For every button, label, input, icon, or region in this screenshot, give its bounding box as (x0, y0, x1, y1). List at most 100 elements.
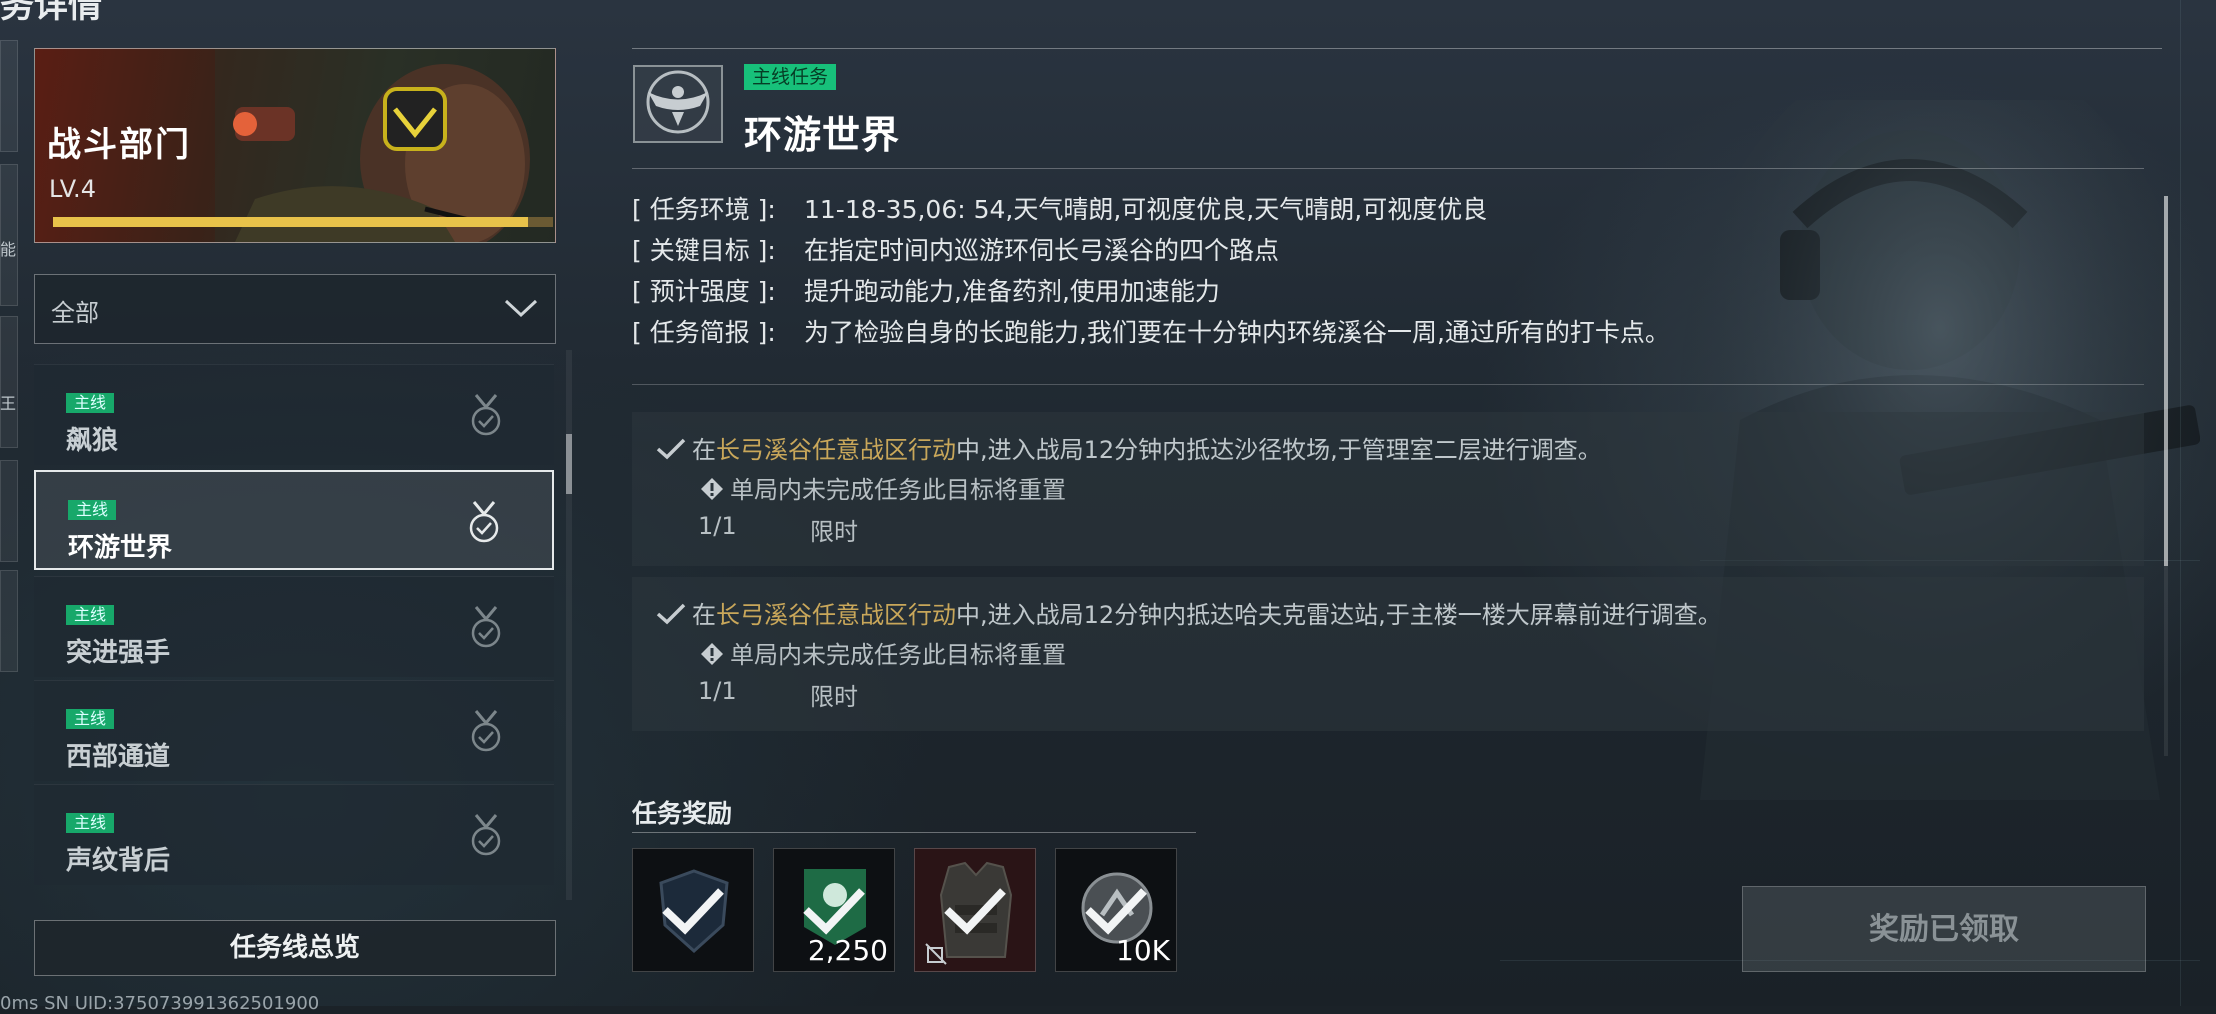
objective-text: 在长弓溪谷任意战区行动中,进入战局12分钟内抵达哈夫克雷达站,于主楼一楼大屏幕前… (656, 595, 1722, 630)
objective-suffix: 中,进入战局12分钟内抵达哈夫克雷达站,于主楼一楼大屏幕前进行调查。 (956, 601, 1722, 629)
quest-item[interactable]: 主线 突进强手 (34, 576, 554, 677)
rewards-title: 任务奖励 (632, 799, 733, 828)
department-level: LV.4 (49, 175, 96, 203)
quest-overview-button[interactable]: 任务线总览 (34, 920, 556, 976)
rail-tab[interactable] (0, 460, 18, 562)
rail-tab[interactable] (0, 570, 18, 672)
mission-title: 环游世界 (744, 113, 901, 157)
left-rail: 能 王 (0, 40, 18, 672)
department-name: 战斗部门 (47, 125, 191, 165)
rail-label: 王 (0, 394, 17, 413)
rail-tab[interactable] (0, 40, 18, 152)
quest-name: 突进强手 (66, 638, 171, 668)
quest-tag: 主线 (66, 813, 115, 833)
quest-item[interactable]: 主线 西部通道 (34, 680, 554, 781)
reward-quantity: 2,250 (807, 934, 888, 967)
medal-check-icon (469, 501, 499, 543)
warning-icon (701, 643, 723, 665)
info-value: 提升跑动能力,准备药剂,使用加速能力 (804, 277, 1220, 306)
info-key: [ 任务环境 ]: (632, 195, 776, 224)
medal-check-icon (471, 606, 501, 648)
info-row: [ 关键目标 ]: 在指定时间内巡游环伺长弓溪谷的四个路点 (632, 231, 1832, 267)
info-value: 为了检验自身的长跑能力,我们要在十分钟内环绕溪谷一周,通过所有的打卡点。 (804, 318, 1670, 347)
objective-limit: 限时 (810, 683, 858, 711)
reward-item[interactable] (632, 848, 754, 972)
category-dropdown[interactable]: 全部 (34, 274, 556, 344)
chevron-down-icon (504, 299, 538, 318)
quest-list[interactable]: 主线 飙狼 主线 环游世界 主线 突进强手 主线 西部通道 主线 声纹背后 (34, 364, 554, 900)
quest-tag: 主线 (66, 393, 115, 413)
warning-text: 单局内未完成任务此目标将重置 (730, 476, 1066, 504)
level-progress-fill (53, 217, 528, 227)
objective-location: 长弓溪谷任意战区行动 (716, 436, 956, 464)
detail-scrollbar[interactable] (2164, 196, 2168, 756)
objective-warning: 单局内未完成任务此目标将重置 (700, 635, 1066, 670)
objective-limit: 限时 (810, 518, 858, 546)
check-icon (1085, 888, 1147, 935)
medal-check-icon (471, 814, 501, 856)
medal-check-icon (471, 710, 501, 752)
divider (632, 384, 2144, 385)
warning-icon (701, 478, 723, 500)
info-row: [ 预计强度 ]: 提升跑动能力,准备药剂,使用加速能力 (632, 272, 1832, 308)
eagle-emblem-icon (633, 65, 723, 143)
objective-location: 长弓溪谷任意战区行动 (716, 601, 956, 629)
info-value: 11-18-35,06: 54,天气晴朗,可视度优良,天气晴朗,可视度优良 (804, 195, 1488, 224)
divider (632, 48, 2162, 49)
grid-line (2180, 0, 2181, 1006)
quest-list-scrollbar[interactable] (566, 350, 572, 900)
quest-tag: 主线 (66, 709, 115, 729)
reward-item[interactable]: 10K (1055, 848, 1177, 972)
objective-suffix: 中,进入战局12分钟内抵达沙径牧场,于管理室二层进行调查。 (956, 436, 1602, 464)
objective-warning: 单局内未完成任务此目标将重置 (700, 470, 1066, 505)
quest-name: 西部通道 (66, 742, 171, 772)
quest-name: 声纹背后 (66, 846, 171, 876)
quest-item[interactable]: 主线 声纹背后 (34, 784, 554, 885)
info-key: [ 任务简报 ]: (632, 318, 776, 347)
footer-id: 0ms SN UID:375073991362501900 (0, 993, 320, 1014)
divider (632, 168, 2144, 169)
check-icon (656, 603, 686, 625)
warning-text: 单局内未完成任务此目标将重置 (730, 641, 1066, 669)
scrollbar-thumb[interactable] (566, 434, 572, 494)
claim-reward-button[interactable]: 奖励已领取 (1742, 886, 2146, 972)
scrollbar-thumb[interactable] (2164, 196, 2168, 566)
mission-type-tag: 主线任务 (744, 64, 837, 90)
quest-item-selected[interactable]: 主线 环游世界 (34, 470, 554, 570)
reward-item[interactable]: 2,250 (773, 848, 895, 972)
reward-quantity: 10K (1116, 934, 1170, 967)
info-row: [ 任务简报 ]: 为了检验自身的长跑能力,我们要在十分钟内环绕溪谷一周,通过所有… (632, 313, 1832, 349)
check-icon (803, 888, 865, 935)
divider (632, 832, 1196, 833)
operator-portrait (215, 49, 555, 242)
quest-name: 环游世界 (68, 533, 173, 563)
unbound-icon (925, 943, 947, 965)
objective-prefix: 在 (692, 601, 716, 629)
rail-tab[interactable] (0, 164, 18, 306)
dropdown-selected-value: 全部 (51, 299, 99, 327)
info-key: [ 预计强度 ]: (632, 277, 776, 306)
check-icon (656, 438, 686, 460)
objective-progress: 1/1 (698, 677, 737, 705)
check-icon (944, 888, 1006, 935)
objective-item: 在长弓溪谷任意战区行动中,进入战局12分钟内抵达哈夫克雷达站,于主楼一楼大屏幕前… (632, 577, 2144, 731)
info-value: 在指定时间内巡游环伺长弓溪谷的四个路点 (804, 236, 1280, 265)
quest-item[interactable]: 主线 飙狼 (34, 364, 554, 465)
check-icon (662, 888, 724, 935)
rail-tab[interactable] (0, 316, 18, 448)
level-progress-bar (53, 217, 553, 227)
objective-text: 在长弓溪谷任意战区行动中,进入战局12分钟内抵达沙径牧场,于管理室二层进行调查。 (656, 430, 1602, 465)
page-title: 务详情 (0, 0, 102, 26)
quest-tag: 主线 (66, 605, 115, 625)
info-key: [ 关键目标 ]: (632, 236, 776, 265)
quest-tag: 主线 (68, 500, 117, 520)
reward-item[interactable] (914, 848, 1036, 972)
objective-item: 在长弓溪谷任意战区行动中,进入战局12分钟内抵达沙径牧场,于管理室二层进行调查。… (632, 412, 2144, 566)
department-card[interactable]: 战斗部门 LV.4 (34, 48, 556, 243)
info-row: [ 任务环境 ]: 11-18-35,06: 54,天气晴朗,可视度优良,天气晴朗… (632, 190, 1832, 226)
objective-progress: 1/1 (698, 512, 737, 540)
rail-label: 能 (0, 240, 17, 259)
medal-check-icon (471, 394, 501, 436)
quest-name: 飙狼 (66, 426, 119, 456)
objective-prefix: 在 (692, 436, 716, 464)
